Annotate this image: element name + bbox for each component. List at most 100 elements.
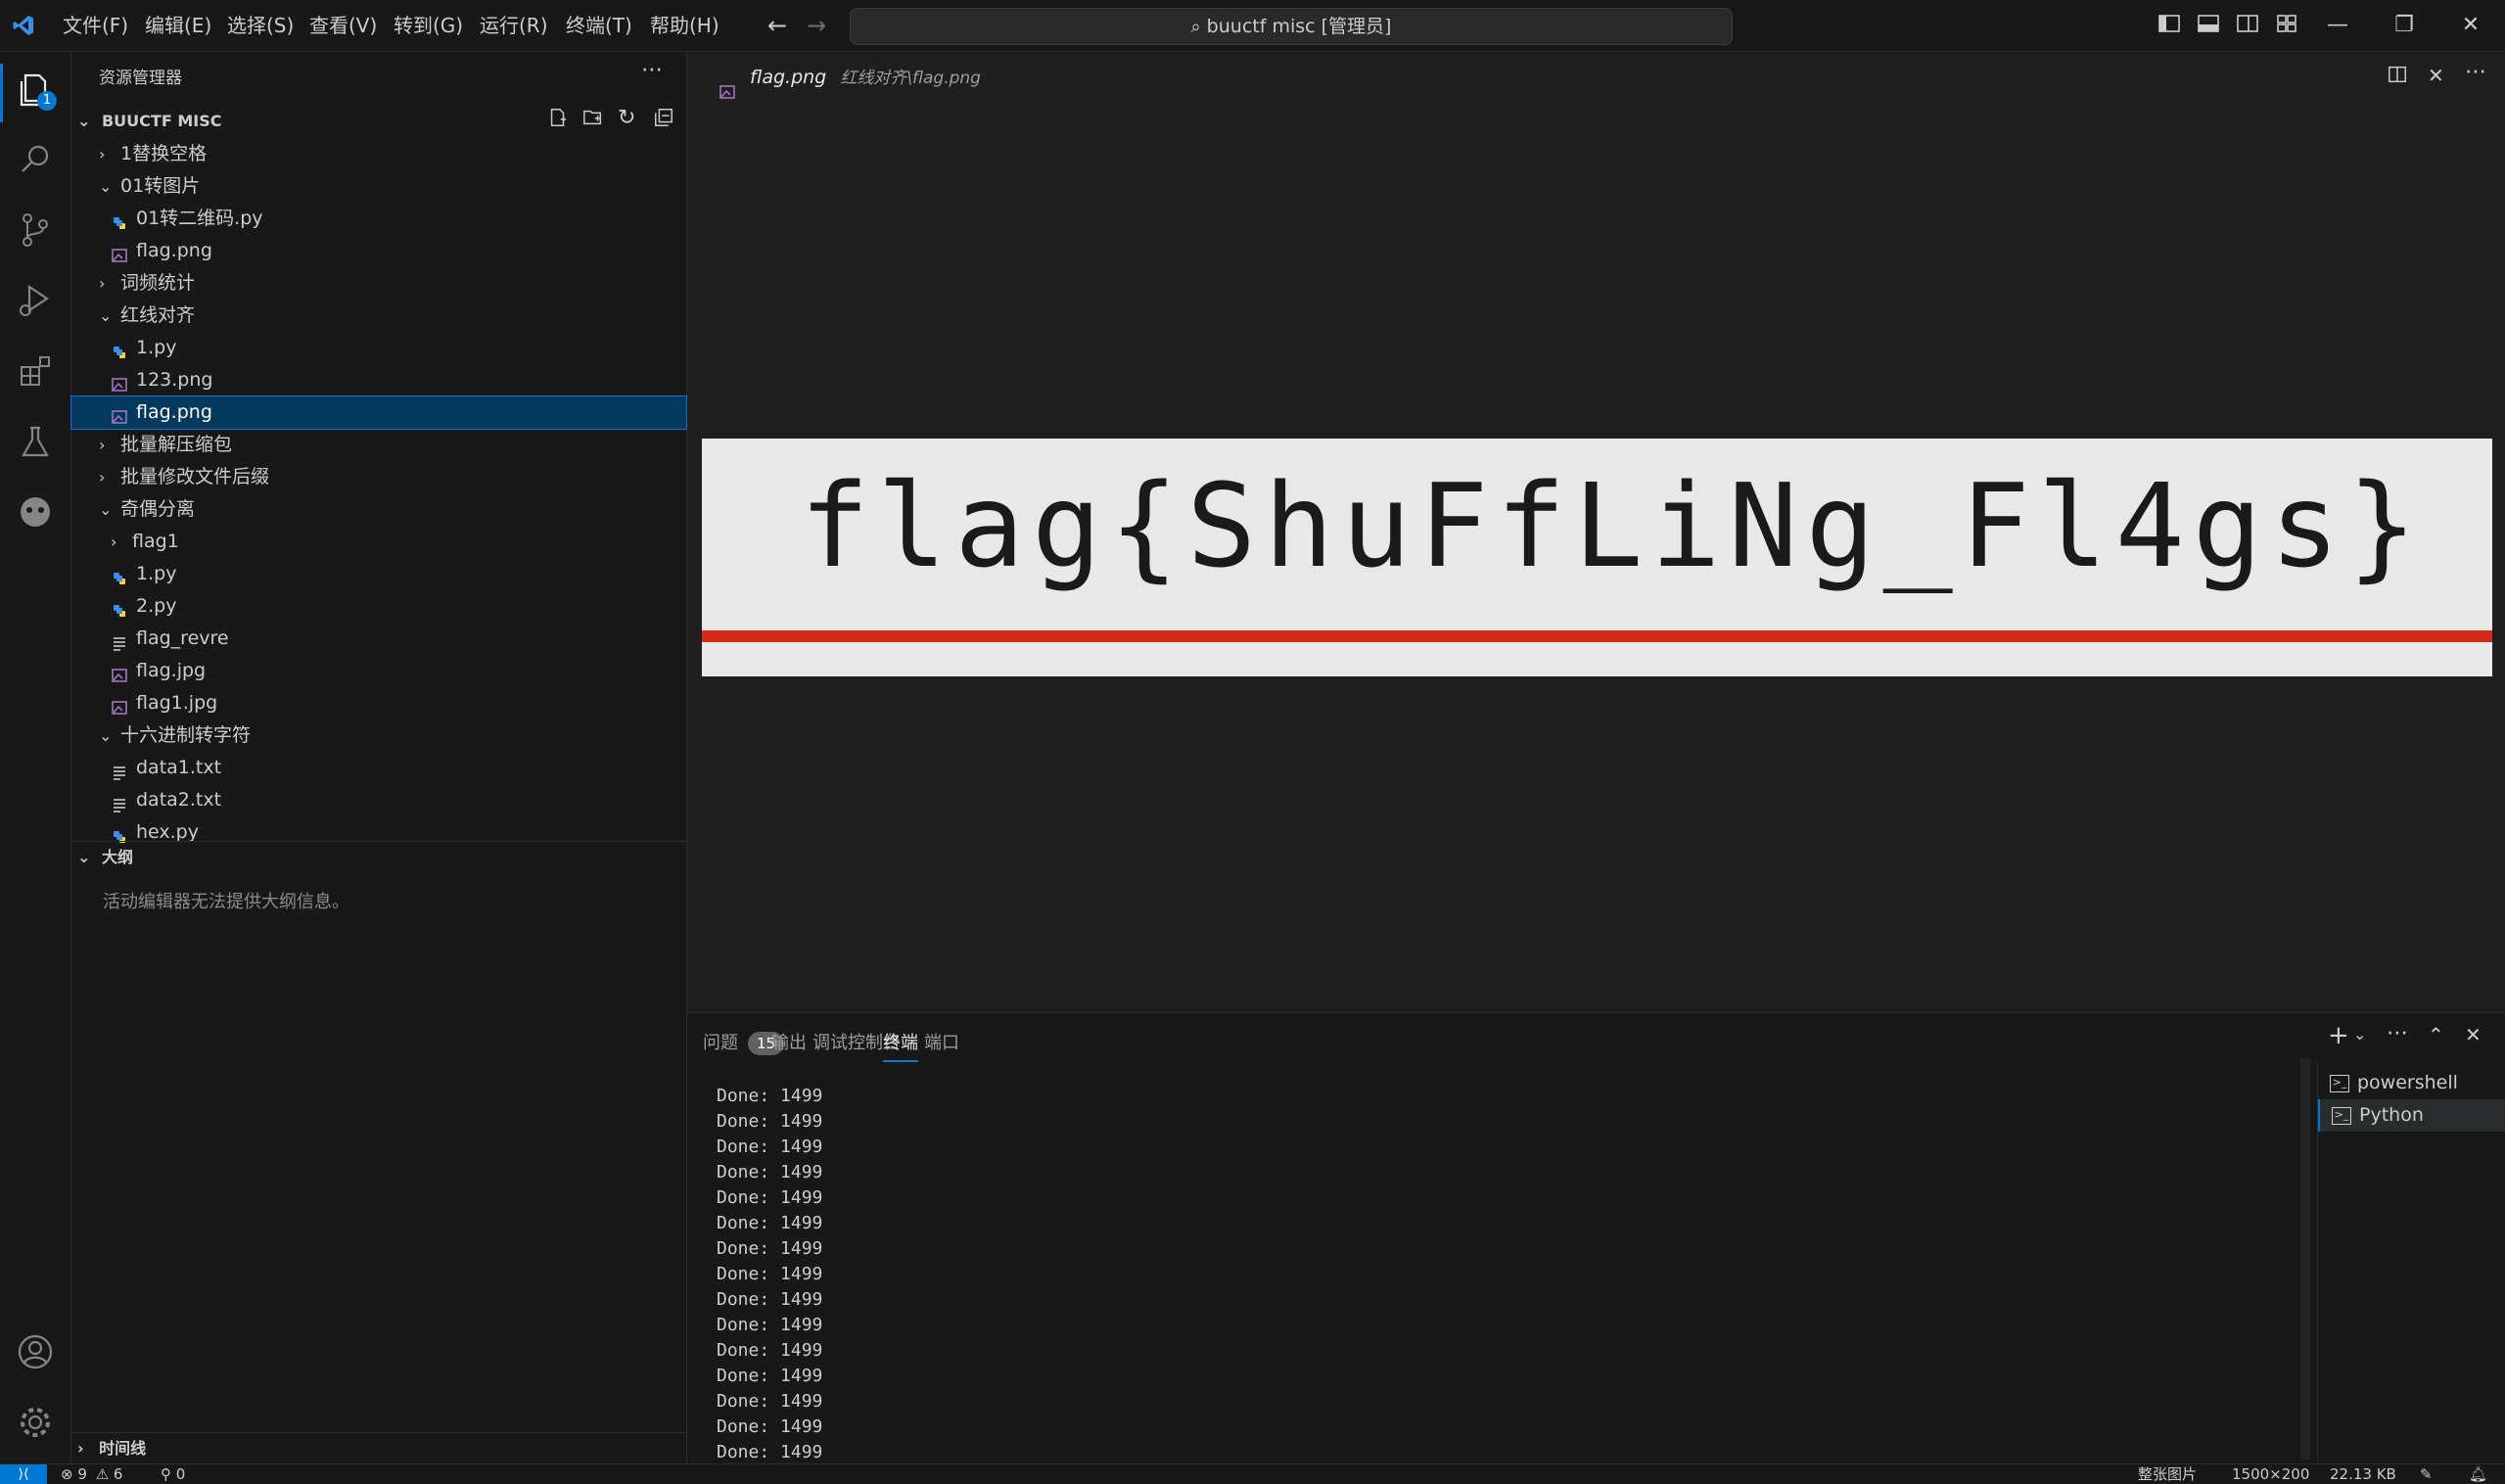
- ports-status[interactable]: ⚲ 0: [161, 1464, 185, 1484]
- terminal-output[interactable]: Done: 1499 Done: 1499 Done: 1499 Done: 1499…: [717, 1084, 822, 1465]
- extensions-icon[interactable]: [14, 349, 57, 393]
- manage-gear-icon[interactable]: [14, 1401, 57, 1444]
- tree-folder[interactable]: › 词频统计: [71, 267, 686, 300]
- editor-tab[interactable]: flag.png 红线对齐\flag.png: [719, 52, 981, 103]
- timeline-header[interactable]: › 时间线: [77, 1434, 146, 1463]
- outline-header[interactable]: ⌄ 大纲: [77, 843, 133, 872]
- command-center-search[interactable]: ⌕ buuctf misc [管理员]: [850, 8, 1733, 45]
- terminal-line: Done: 1499: [717, 1162, 823, 1183]
- tree-folder[interactable]: ⌄ 十六进制转字符: [71, 719, 686, 752]
- panel-tab[interactable]: 输出: [771, 1029, 807, 1054]
- chevron-down-icon: ⌄: [99, 306, 113, 325]
- collapse-all-icon[interactable]: [653, 107, 676, 130]
- minimize-icon[interactable]: —: [2324, 12, 2351, 39]
- restore-icon[interactable]: ❐: [2390, 12, 2418, 39]
- image-kind-status[interactable]: 整张图片: [2138, 1464, 2197, 1484]
- remote-indicator[interactable]: ⟩⟨: [0, 1464, 47, 1484]
- tree-file[interactable]: flag.png: [71, 235, 686, 267]
- toggle-primary-sidebar-icon[interactable]: [2156, 12, 2183, 39]
- terminal-scrollbar[interactable]: [2300, 1058, 2310, 1460]
- terminal-instance[interactable]: >_ Python: [2318, 1099, 2505, 1132]
- run-debug-icon[interactable]: [14, 279, 57, 322]
- problems-status[interactable]: ⊗ 9 ⚠ 6: [61, 1464, 122, 1484]
- new-terminal-icon[interactable]: +: [2328, 1021, 2349, 1050]
- chevron-down-icon: ⌄: [77, 112, 91, 130]
- tree-folder[interactable]: ⌄ 红线对齐: [71, 300, 686, 332]
- outline-title: 大纲: [101, 848, 133, 866]
- workspace-root-label: BUUCTF MISC: [101, 112, 222, 130]
- tree-folder[interactable]: › 批量解压缩包: [71, 429, 686, 461]
- tree-file[interactable]: 123.png: [71, 364, 686, 396]
- toggle-panel-icon[interactable]: [2195, 12, 2222, 39]
- red-line: [702, 630, 2492, 642]
- remote-icon: ⟩⟨: [18, 1466, 29, 1482]
- tree-file[interactable]: 1.py: [71, 332, 686, 364]
- tree-file[interactable]: data1.txt: [71, 752, 686, 784]
- tree-file[interactable]: 1.py: [71, 558, 686, 590]
- tree-file[interactable]: data2.txt: [71, 784, 686, 816]
- panel-tab[interactable]: 终端: [883, 1029, 918, 1062]
- terminal-instance-label: Python: [2359, 1104, 2424, 1126]
- github-copilot-icon[interactable]: [14, 490, 57, 533]
- tree-item-label: flag1.jpg: [136, 692, 218, 714]
- terminal-instance-label: powershell: [2357, 1072, 2458, 1093]
- text-file-icon: [111, 630, 128, 651]
- ports-icon: ⚲: [161, 1465, 171, 1483]
- tree-folder[interactable]: ⌄ 奇偶分离: [71, 493, 686, 526]
- tree-file[interactable]: hex.py: [71, 816, 686, 849]
- warning-count: 6: [113, 1465, 123, 1483]
- tree-file[interactable]: flag.jpg: [71, 655, 686, 687]
- feedback-icon[interactable]: ✎: [2420, 1464, 2433, 1484]
- notifications-bell-icon[interactable]: 🔔︎: [2469, 1464, 2487, 1484]
- tree-folder[interactable]: ⌄ 01转图片: [71, 170, 686, 203]
- back-arrow-icon[interactable]: ←: [767, 12, 787, 39]
- new-file-icon[interactable]: [547, 107, 571, 130]
- close-panel-icon[interactable]: ✕: [2465, 1023, 2482, 1046]
- split-editor-icon[interactable]: [2387, 64, 2410, 87]
- toggle-secondary-sidebar-icon[interactable]: [2234, 12, 2261, 39]
- close-tab-icon[interactable]: ✕: [2428, 64, 2444, 87]
- panel-tab[interactable]: 端口: [924, 1029, 959, 1054]
- tree-item-label: flag1: [132, 531, 179, 552]
- menu-item[interactable]: 查看(V): [300, 0, 387, 51]
- refresh-icon[interactable]: ↻: [618, 107, 641, 130]
- tree-file[interactable]: flag.png: [70, 395, 687, 430]
- menu-item[interactable]: 运行(R): [470, 0, 558, 51]
- tree-item-label: 奇偶分离: [120, 498, 196, 520]
- forward-arrow-icon[interactable]: →: [807, 12, 826, 39]
- image-size-status: 22.13 KB: [2330, 1465, 2396, 1483]
- workspace-root-header[interactable]: ⌄ BUUCTF MISC: [77, 107, 221, 136]
- panel-more-icon[interactable]: ⋯: [2387, 1021, 2408, 1045]
- terminal-instance[interactable]: >_ powershell: [2318, 1067, 2505, 1099]
- tree-folder[interactable]: › 1替换空格: [71, 138, 686, 170]
- tree-folder[interactable]: › 批量修改文件后缀: [71, 461, 686, 493]
- tree-file[interactable]: flag_revre: [71, 623, 686, 655]
- chevron-right-icon: ›: [111, 533, 117, 551]
- close-window-icon[interactable]: ✕: [2457, 12, 2484, 39]
- search-icon[interactable]: [14, 138, 57, 181]
- new-folder-icon[interactable]: [582, 107, 606, 130]
- chevron-right-icon: ›: [99, 436, 106, 454]
- source-control-icon[interactable]: [14, 209, 57, 252]
- testing-icon[interactable]: [14, 420, 57, 463]
- customize-layout-icon[interactable]: [2273, 12, 2300, 39]
- tree-file[interactable]: 01转二维码.py: [71, 203, 686, 235]
- menu-item[interactable]: 终端(T): [556, 0, 642, 51]
- menu-item[interactable]: 转到(G): [384, 0, 473, 51]
- accounts-icon[interactable]: [14, 1330, 57, 1373]
- chevron-down-icon[interactable]: ⌄: [2353, 1025, 2366, 1043]
- tree-item-label: 批量修改文件后缀: [120, 466, 270, 487]
- python-file-icon: [111, 598, 128, 617]
- menu-item[interactable]: 选择(S): [217, 0, 303, 51]
- menu-item[interactable]: 编辑(E): [135, 0, 221, 51]
- terminal-icon: >_: [2330, 1074, 2349, 1092]
- tree-file[interactable]: flag1.jpg: [71, 687, 686, 719]
- terminal-line: Done: 1499: [717, 1086, 823, 1106]
- menu-item[interactable]: 文件(F): [53, 0, 138, 51]
- tree-folder[interactable]: › flag1: [71, 526, 686, 558]
- more-actions-icon[interactable]: ⋯: [641, 58, 663, 82]
- menu-item[interactable]: 帮助(H): [640, 0, 729, 51]
- tree-file[interactable]: 2.py: [71, 590, 686, 623]
- maximize-panel-icon[interactable]: ⌃: [2428, 1023, 2444, 1046]
- editor-more-icon[interactable]: ⋯: [2465, 60, 2486, 84]
